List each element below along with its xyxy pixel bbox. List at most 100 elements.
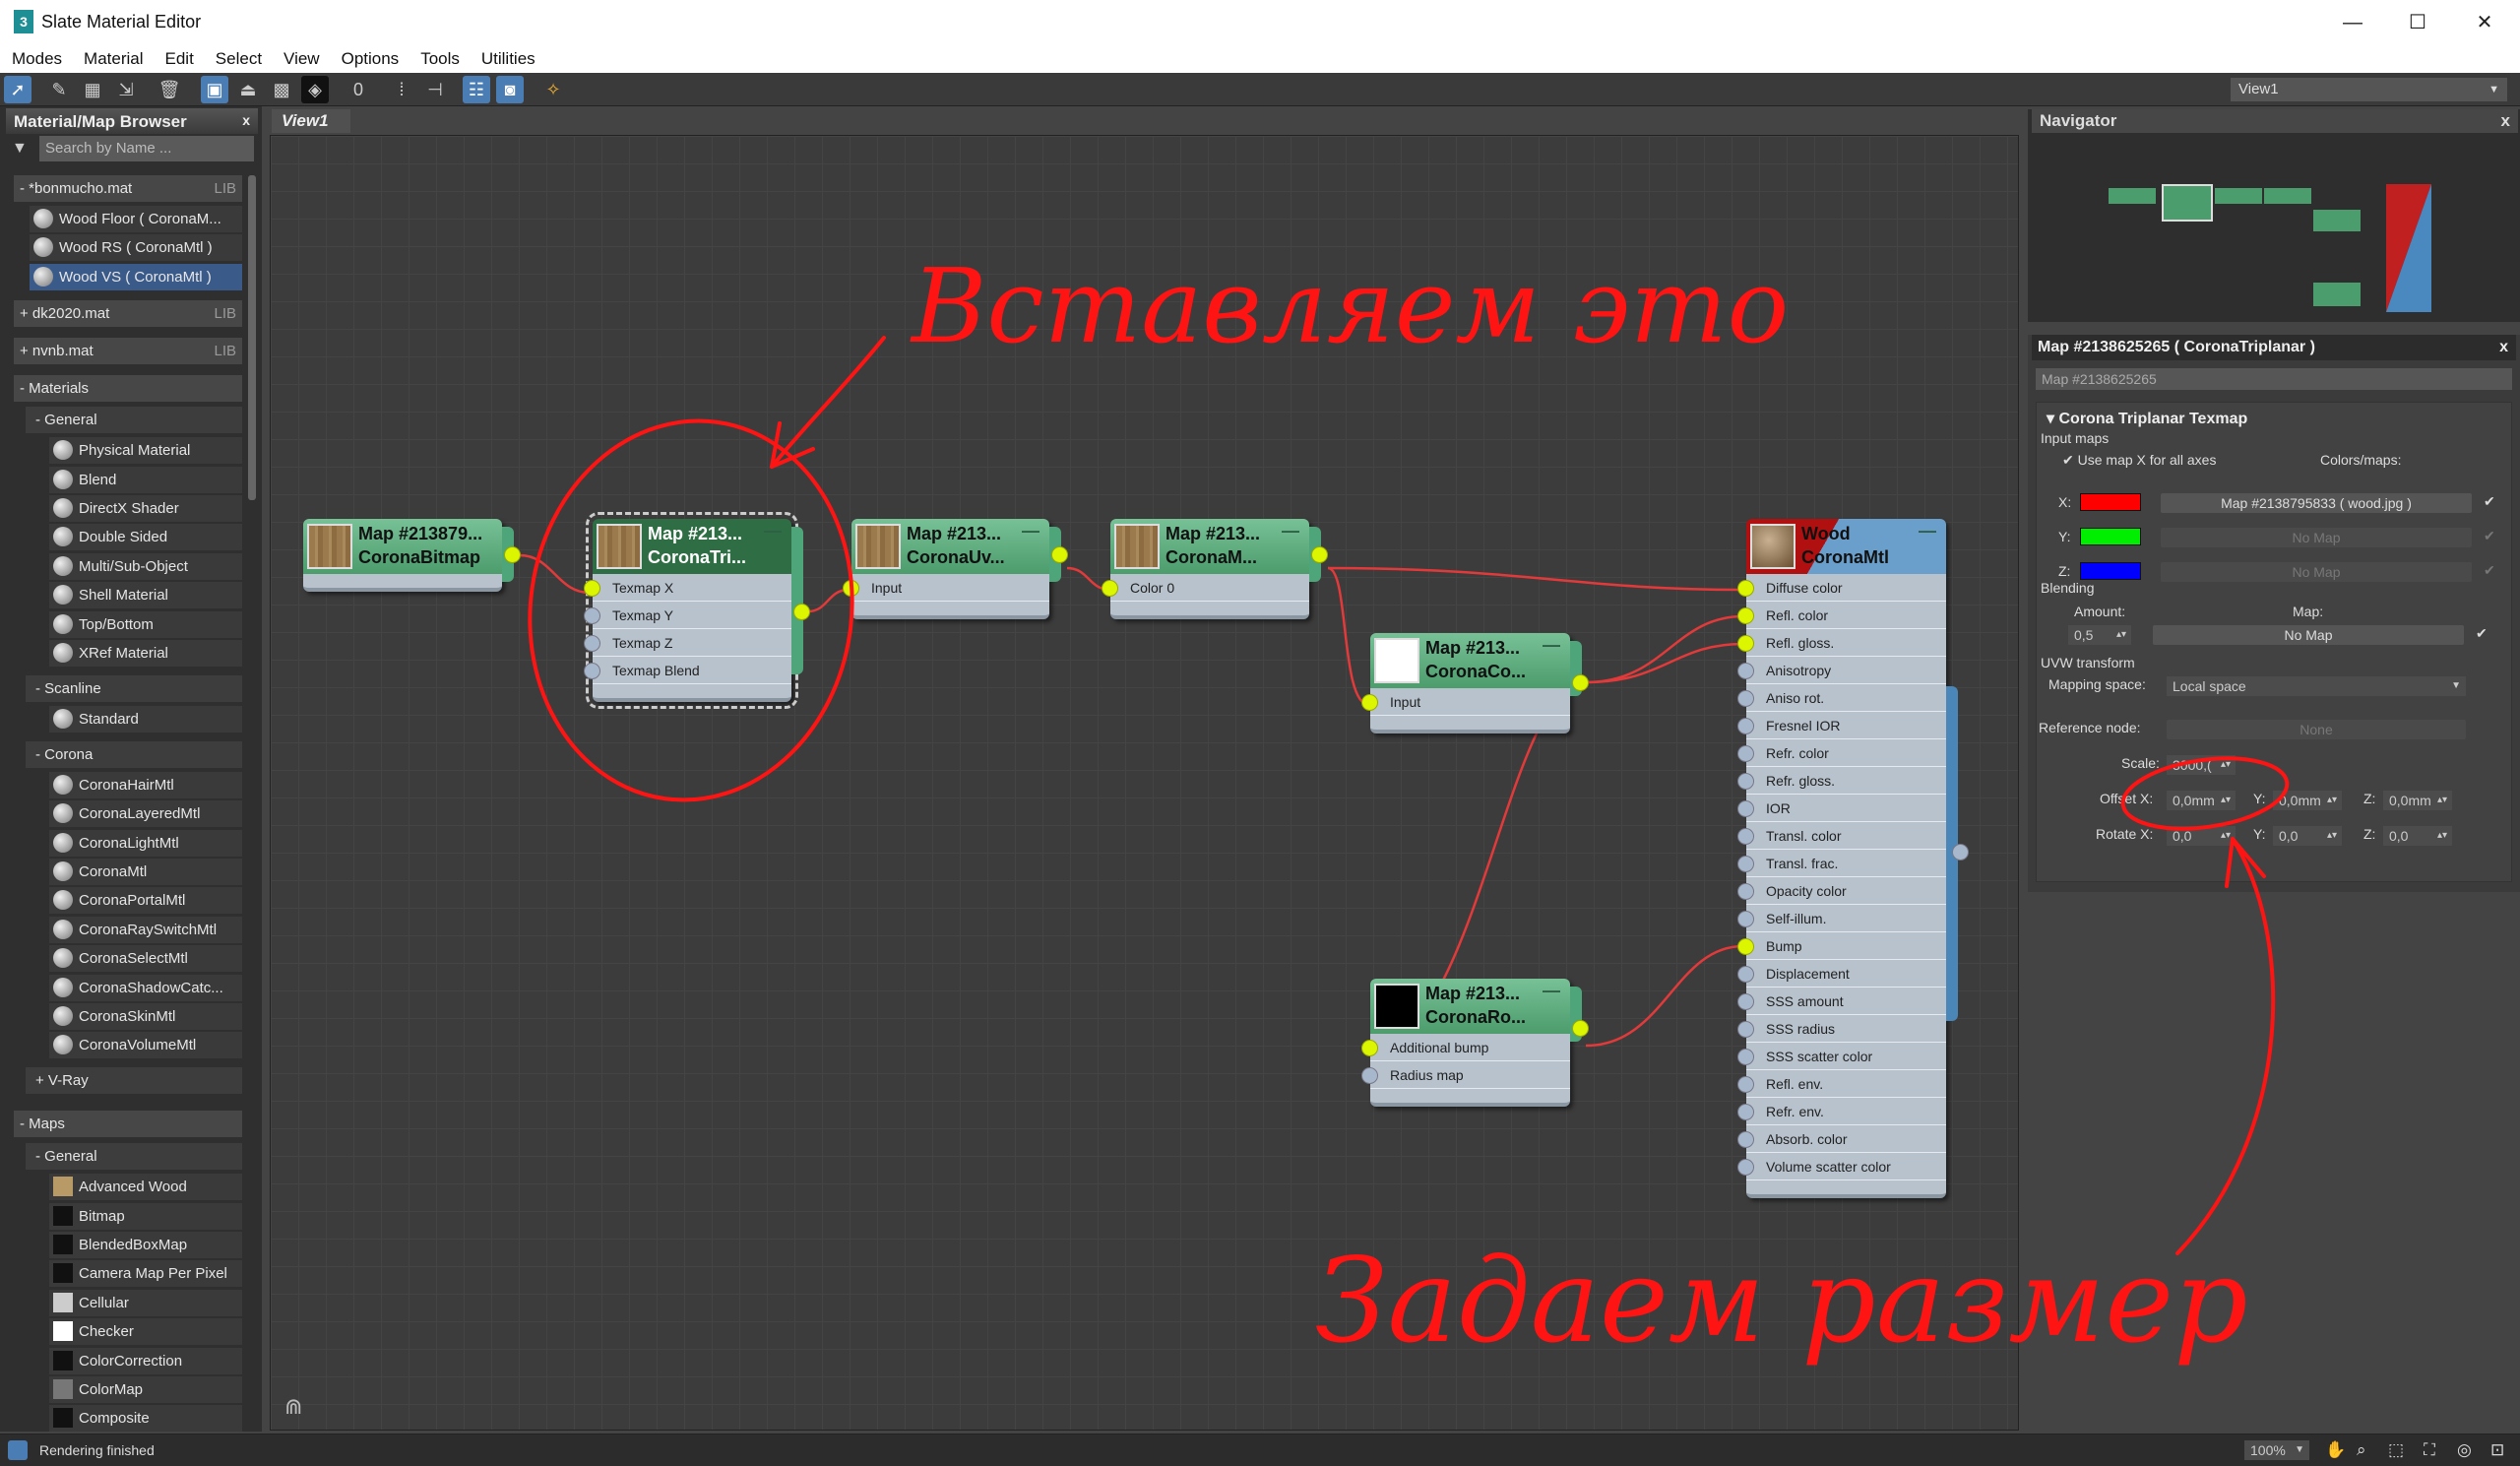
minimize-button[interactable]: — [2323, 6, 2382, 39]
browser-row[interactable]: - General [26, 407, 242, 434]
zoom-all-icon[interactable]: ⊡ [2490, 1440, 2504, 1460]
browser-row[interactable]: Wood RS ( CoronaMtl ) [30, 234, 242, 262]
browser-row[interactable]: Cellular [49, 1289, 242, 1316]
axis-map-button[interactable]: Map #2138795833 ( wood.jpg ) [2161, 493, 2472, 513]
reference-node-button[interactable]: None [2167, 720, 2466, 739]
node-colorcorrect[interactable]: Map #213... CoronaCo... — Input [1361, 633, 1589, 733]
pan-icon[interactable]: ✋ [2325, 1440, 2346, 1460]
node-triplanar[interactable]: Map #213... CoronaTri... — Texmap X Texmap Y… [584, 512, 810, 709]
browser-row[interactable]: DirectX Shader [49, 495, 242, 523]
collapse-icon[interactable]: — [1282, 521, 1299, 542]
input-port[interactable]: Texmap Blend [584, 657, 791, 684]
browser-row[interactable]: ColorMap [49, 1375, 242, 1403]
view-select-dropdown[interactable]: View1 ▼ [2231, 78, 2507, 101]
port-socket-icon[interactable] [584, 580, 600, 597]
search-input[interactable]: Search by Name ... [39, 136, 254, 161]
axis-color-swatch[interactable] [2080, 493, 2141, 511]
zoom-region-icon[interactable]: ⬚ [2388, 1440, 2404, 1460]
input-port[interactable]: Input [843, 574, 1049, 602]
collapse-icon[interactable]: — [1543, 635, 1560, 656]
rotate-z-spinner[interactable]: 0,0 ▴▾ [2383, 826, 2452, 846]
port-socket-icon[interactable] [1737, 1159, 1754, 1176]
input-port[interactable]: Transl. color [1737, 822, 1946, 850]
map-name-input[interactable]: Map #2138625265 [2036, 368, 2512, 390]
node-uvw[interactable]: Map #213... CoronaUv... — Input [843, 519, 1068, 619]
input-port[interactable]: SSS radius [1737, 1015, 1946, 1043]
eyedropper-icon[interactable]: ✎ [45, 76, 73, 103]
port-socket-icon[interactable] [1737, 1131, 1754, 1148]
rotate-y-spinner[interactable]: 0,0 ▴▾ [2273, 826, 2342, 846]
browser-row[interactable]: Composite [49, 1405, 242, 1433]
port-socket-icon[interactable] [1737, 856, 1754, 872]
browser-row[interactable]: - *bonmucho.mat LIB [14, 175, 242, 203]
input-port[interactable]: Aniso rot. [1737, 684, 1946, 712]
browser-row[interactable]: - General [26, 1143, 242, 1171]
output-socket-icon[interactable] [793, 604, 810, 620]
axis-color-swatch[interactable] [2080, 528, 2141, 545]
scale-spinner[interactable]: 3000,(▴▾ [2167, 755, 2236, 775]
input-port[interactable]: Color 0 [1102, 574, 1309, 602]
layout-children-icon[interactable]: ⊣ [421, 76, 449, 103]
port-socket-icon[interactable] [1737, 1076, 1754, 1093]
output-socket-icon[interactable] [1051, 546, 1068, 563]
show-map-in-viewport-icon[interactable]: ◙ [496, 76, 524, 103]
use-map-x-checkbox[interactable]: ✔ Use map X for all axes [2062, 452, 2216, 469]
port-socket-icon[interactable] [1737, 828, 1754, 845]
select-arrow-icon[interactable]: ➚ [4, 76, 32, 103]
input-port[interactable]: Bump [1737, 932, 1946, 960]
menu-edit[interactable]: Edit [165, 49, 194, 69]
axis-enable-checkbox[interactable]: ✔ [2484, 562, 2495, 579]
input-port[interactable]: Anisotropy [1737, 657, 1946, 684]
port-socket-icon[interactable] [1361, 1067, 1378, 1084]
menu-view[interactable]: View [284, 49, 320, 69]
browser-row[interactable]: Wood VS ( CoronaMtl ) [30, 263, 242, 290]
input-port[interactable]: Volume scatter color [1737, 1153, 1946, 1180]
output-socket-icon[interactable] [1572, 1020, 1589, 1037]
browser-row[interactable]: CoronaShadowCatc... [49, 974, 242, 1001]
zoom-dropdown[interactable]: 100% ▼ [2244, 1440, 2309, 1460]
node-round[interactable]: Map #213... CoronaRo... — Additional bump Ra… [1361, 979, 1589, 1107]
axis-color-swatch[interactable] [2080, 562, 2141, 580]
axis-map-button[interactable]: No Map [2161, 562, 2472, 582]
axis-enable-checkbox[interactable]: ✔ [2484, 493, 2495, 510]
input-port[interactable]: Self-illum. [1737, 905, 1946, 932]
blend-map-button[interactable]: No Map [2153, 625, 2464, 645]
browser-row[interactable]: Multi/Sub-Object [49, 552, 242, 580]
navigator-close-button[interactable]: x [2501, 111, 2510, 131]
browser-row[interactable]: Wood Floor ( CoronaM... [30, 206, 242, 233]
axis-map-button[interactable]: No Map [2161, 528, 2472, 547]
input-port[interactable]: SSS scatter color [1737, 1043, 1946, 1070]
input-port[interactable]: Opacity color [1737, 877, 1946, 905]
close-button[interactable]: ✕ [2455, 6, 2514, 39]
port-socket-icon[interactable] [1361, 1040, 1378, 1056]
browser-row[interactable]: Physical Material [49, 437, 242, 465]
input-port[interactable]: Diffuse color [1737, 574, 1946, 602]
axis-enable-checkbox[interactable]: ✔ [2484, 528, 2495, 544]
input-port[interactable]: Refr. color [1737, 739, 1946, 767]
input-port[interactable]: Fresnel IOR [1737, 712, 1946, 739]
browser-scrollbar[interactable] [248, 175, 256, 500]
zoom-selected-icon[interactable]: ◎ [2457, 1440, 2472, 1460]
input-port[interactable]: Refr. gloss. [1737, 767, 1946, 795]
browser-row[interactable]: + dk2020.mat LIB [14, 300, 242, 328]
layout-icon[interactable]: ▣ [201, 76, 228, 103]
output-socket-icon[interactable] [1572, 674, 1589, 691]
background-icon[interactable]: ▩ [268, 76, 295, 103]
port-socket-icon[interactable] [1737, 911, 1754, 927]
input-port[interactable]: Input [1361, 688, 1570, 716]
port-socket-icon[interactable] [1737, 800, 1754, 817]
port-socket-icon[interactable] [1737, 773, 1754, 790]
port-socket-icon[interactable] [1737, 966, 1754, 983]
browser-row[interactable]: CoronaVolumeMtl [49, 1032, 242, 1059]
browser-row[interactable]: Bitmap [49, 1202, 242, 1230]
input-port[interactable]: Transl. frac. [1737, 850, 1946, 877]
browser-row[interactable]: CoronaMtl [49, 859, 242, 886]
port-socket-icon[interactable] [1737, 635, 1754, 652]
input-port[interactable]: SSS amount [1737, 988, 1946, 1015]
node-bitmap[interactable]: Map #213879... CoronaBitmap [303, 519, 521, 592]
port-socket-icon[interactable] [1737, 690, 1754, 707]
browser-row[interactable]: ColorCorrection [49, 1347, 242, 1374]
pick-material-icon[interactable]: ✧ [539, 76, 567, 103]
browser-row[interactable]: - Scanline [26, 674, 242, 702]
layout-all-icon[interactable]: ⁞ [388, 76, 415, 103]
